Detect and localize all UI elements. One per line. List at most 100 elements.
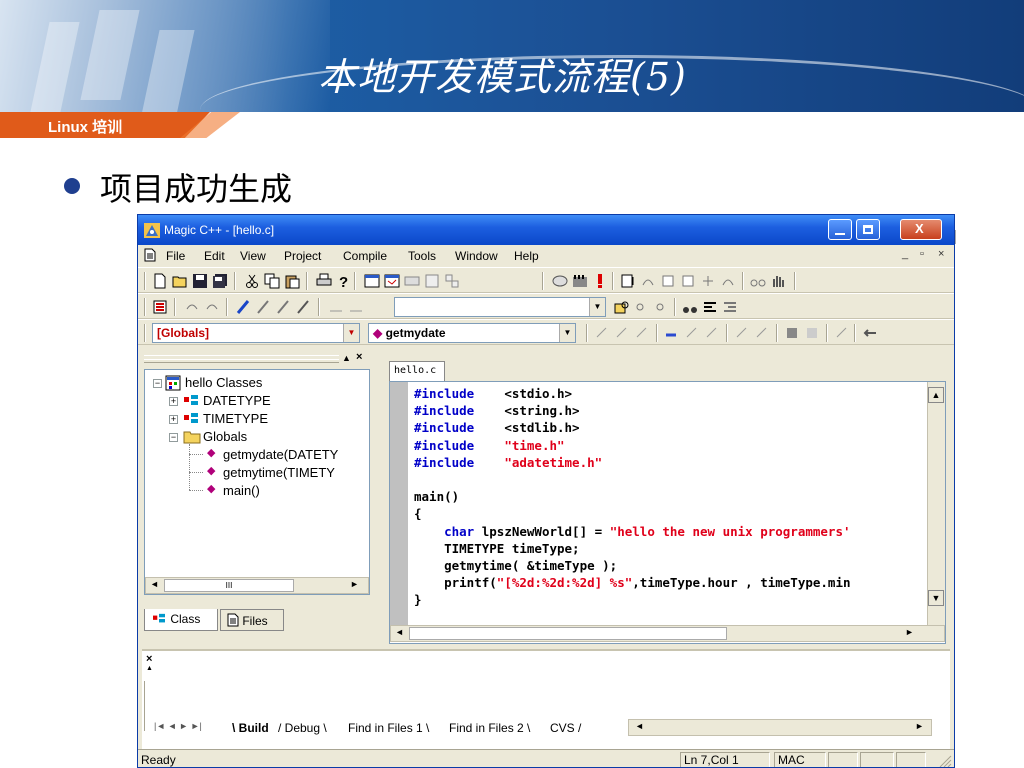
code-text[interactable]: #include <stdio.h> #include <string.h> #in…	[414, 385, 858, 609]
build-icon[interactable]	[572, 273, 588, 289]
menu-edit[interactable]: Edit	[204, 249, 225, 263]
tab-find-in-files-1[interactable]: Find in Files 1 \	[348, 721, 429, 735]
binoculars-icon[interactable]	[682, 299, 698, 315]
find-combo[interactable]: ▼	[394, 297, 606, 317]
resize-grip-icon[interactable]	[938, 754, 952, 768]
tree-item-timetype[interactable]: TIMETYPE	[203, 410, 268, 428]
collapse-icon[interactable]: −	[153, 379, 162, 388]
tree-item-getmytime[interactable]: getmytime(TIMETY	[223, 464, 335, 482]
arrow-right-icon[interactable]: ►	[915, 721, 924, 731]
pane-float-icon[interactable]: ▲	[342, 353, 351, 363]
cut-icon[interactable]	[244, 273, 260, 289]
menu-project[interactable]: Project	[284, 249, 321, 263]
code-line[interactable]: printf("[%2d:%2d:%2d] %s",timeType.hour …	[414, 574, 858, 591]
new-class-icon[interactable]	[594, 325, 610, 341]
code-line[interactable]: {	[414, 505, 858, 522]
mdi-restore-button[interactable]: ▫	[920, 248, 924, 260]
arrow-left-icon[interactable]: ◄	[635, 721, 644, 731]
undo-icon[interactable]	[184, 299, 200, 315]
close-button[interactable]: X	[900, 219, 942, 240]
pen-icon[interactable]	[236, 299, 252, 315]
goto-declaration-icon[interactable]	[704, 325, 720, 341]
output-horizontal-scrollbar[interactable]: ◄ ►	[628, 719, 932, 736]
tab-cvs[interactable]: CVS /	[550, 721, 581, 735]
tab-debug[interactable]: / Debug \	[278, 721, 327, 735]
menu-help[interactable]: Help	[514, 249, 539, 263]
arrow-left-icon[interactable]	[862, 325, 878, 341]
stamp-icon[interactable]	[784, 325, 800, 341]
collapse-icon[interactable]: −	[169, 433, 178, 442]
network-icon[interactable]	[444, 273, 460, 289]
menu-file[interactable]: File	[166, 249, 185, 263]
align-icon[interactable]	[702, 299, 718, 315]
format-icon[interactable]	[348, 299, 364, 315]
scope-combo[interactable]: [Globals] ▼	[152, 323, 360, 343]
output-window-icon[interactable]	[384, 273, 400, 289]
tree-item-globals[interactable]: Globals	[203, 428, 247, 446]
mdi-close-button[interactable]: ×	[938, 248, 944, 260]
help-icon[interactable]: ?	[336, 273, 352, 289]
code-line[interactable]: #include "adatetime.h"	[414, 454, 858, 471]
run-icon[interactable]	[592, 273, 608, 289]
code-line[interactable]: #include "time.h"	[414, 437, 858, 454]
tab-scroll-buttons[interactable]: |◄ ◄ ► ►|	[154, 721, 202, 731]
open-folder-icon[interactable]	[172, 273, 188, 289]
editor-gutter[interactable]	[390, 382, 408, 625]
add-function-icon[interactable]	[634, 325, 650, 341]
paste-icon[interactable]	[284, 273, 300, 289]
code-line[interactable]: getmytime( &timeType );	[414, 557, 858, 574]
function-combo[interactable]: ◆ getmydate ▼	[368, 323, 576, 343]
chevron-down-icon[interactable]: ▼	[343, 324, 359, 342]
new-file-icon[interactable]	[152, 273, 168, 289]
code-line[interactable]: }	[414, 591, 858, 608]
pane-grip[interactable]	[144, 681, 152, 731]
code-line[interactable]: main()	[414, 488, 858, 505]
menu-window[interactable]: Window	[455, 249, 498, 263]
align-right-icon[interactable]	[722, 299, 738, 315]
hand-icon[interactable]	[770, 273, 786, 289]
tab-class[interactable]: Class	[144, 609, 218, 631]
editor-tab-hello-c[interactable]: hello.c	[389, 361, 445, 381]
code-editor[interactable]: #include <stdio.h> #include <string.h> #in…	[389, 381, 946, 644]
mdi-minimize-button[interactable]: _	[902, 248, 908, 260]
editor-horizontal-scrollbar[interactable]: ◄ ►	[390, 625, 945, 642]
indent-icon[interactable]	[256, 299, 272, 315]
code-line[interactable]: #include <string.h>	[414, 402, 858, 419]
workspace-icon[interactable]	[364, 273, 380, 289]
step-over-icon[interactable]	[640, 273, 656, 289]
code-line[interactable]: char lpszNewWorld[] = "hello the new uni…	[414, 523, 858, 540]
tree-horizontal-scrollbar[interactable]: ◄ III ►	[145, 577, 369, 594]
menu-tools[interactable]: Tools	[408, 249, 436, 263]
maximize-button[interactable]	[856, 219, 880, 240]
scrollbar-thumb[interactable]	[409, 627, 727, 640]
arrow-left-icon[interactable]: ◄	[395, 627, 404, 637]
comment-icon[interactable]	[296, 299, 312, 315]
title-bar[interactable]: Magic C++ - [hello.c] X	[138, 215, 954, 245]
add-member-icon[interactable]	[614, 325, 630, 341]
outdent-icon[interactable]	[276, 299, 292, 315]
redo-icon[interactable]	[204, 299, 220, 315]
chevron-down-icon[interactable]: ▼	[589, 298, 605, 316]
arrow-up-icon[interactable]: ▲	[928, 387, 944, 403]
breakpoint-icon[interactable]	[700, 273, 716, 289]
print-icon[interactable]	[316, 273, 332, 289]
scrollbar-thumb[interactable]: III	[164, 579, 294, 592]
class-tree[interactable]: − hello Classes + DATETYPE + TIMETYPE − …	[144, 369, 370, 595]
menu-compile[interactable]: Compile	[343, 249, 387, 263]
goto-definition-icon[interactable]	[664, 325, 680, 341]
replace-all-icon[interactable]	[654, 299, 670, 315]
step-out-icon[interactable]	[660, 273, 676, 289]
next-bookmark-icon[interactable]	[754, 325, 770, 341]
insert-icon[interactable]	[834, 325, 850, 341]
properties-icon[interactable]	[424, 273, 440, 289]
watch-icon[interactable]	[720, 273, 736, 289]
close-icon[interactable]: ×	[146, 653, 152, 665]
expand-icon[interactable]: +	[169, 415, 178, 424]
pane-float-icon[interactable]: ▲	[146, 665, 153, 672]
run-to-cursor-icon[interactable]	[680, 273, 696, 289]
minimize-button[interactable]	[828, 219, 852, 240]
editor-vertical-scrollbar[interactable]: ▲ ▼	[927, 382, 945, 625]
close-icon[interactable]: ×	[356, 351, 362, 363]
tab-find-in-files-2[interactable]: Find in Files 2 \	[449, 721, 530, 735]
glasses-icon[interactable]	[750, 273, 766, 289]
